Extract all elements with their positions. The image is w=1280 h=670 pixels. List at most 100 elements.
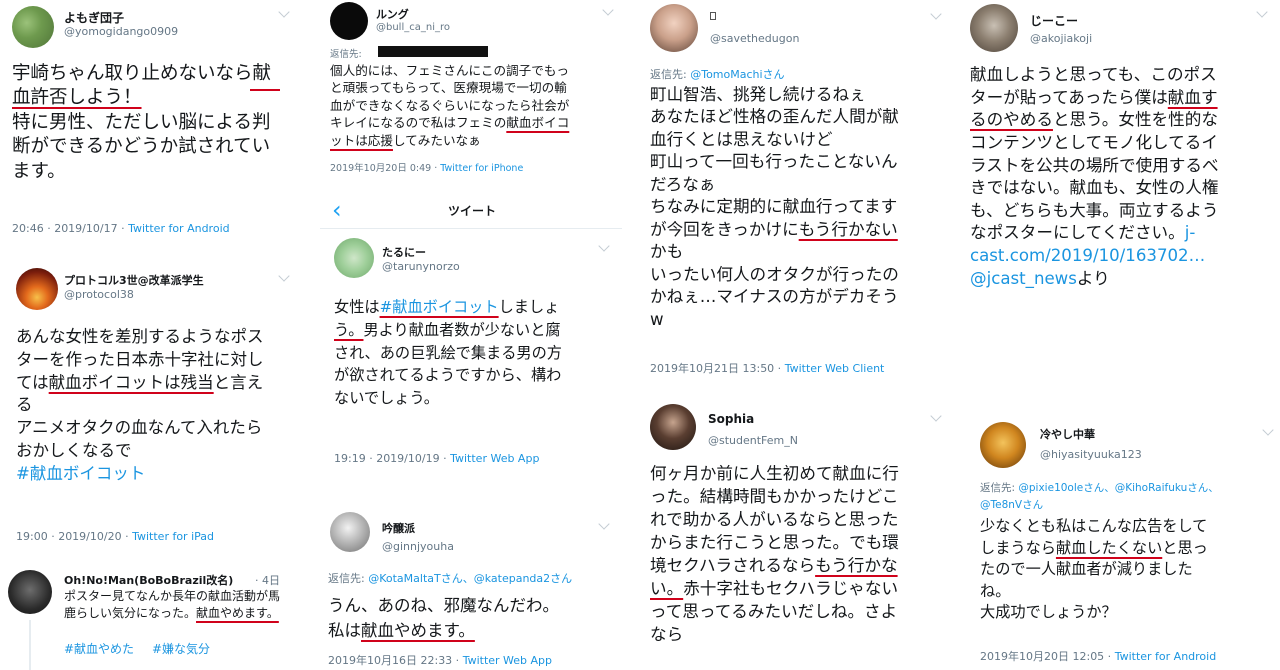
text-line: なら (650, 625, 684, 645)
url-link[interactable]: j- (1185, 223, 1196, 242)
display-name[interactable]: よもぎ団子 (64, 9, 124, 26)
chevron-down-icon[interactable] (278, 270, 290, 282)
tweet-yomogidango[interactable]: よもぎ団子 @yomogidango0909 宇崎ちゃん取り止めないなら献 血許… (0, 0, 300, 250)
hashtag-link[interactable]: #献血ボイコット (380, 298, 499, 316)
text-segment: と思っ (1162, 538, 1208, 557)
user-handle[interactable]: @tarunynorzo (382, 260, 460, 273)
user-handle[interactable]: @bull_ca_ni_ro (376, 22, 450, 33)
chevron-down-icon[interactable] (598, 240, 610, 252)
text-line: 血ができなくなるぐらいになったら社会が (330, 97, 570, 113)
text-segment: キレイになるので私はフェミの (330, 115, 507, 131)
chevron-down-icon[interactable] (278, 6, 290, 18)
text-line: あなたほど性格の歪んだ人間が献 (650, 107, 899, 127)
reply-label: 返信先: (328, 572, 365, 585)
user-handle[interactable]: @akojiakoji (1030, 32, 1092, 45)
reply-label: 返信先: (650, 68, 687, 81)
text-line: コンテンツとしてモノ化してるイ (970, 132, 1218, 152)
display-name[interactable]: 吟醸派 (382, 520, 415, 536)
user-handle[interactable]: @protocol38 (64, 288, 134, 301)
text-line: あんな女性を差別するようなポス (16, 327, 264, 346)
display-name[interactable]: たるにー (382, 244, 426, 260)
text-line: 少なくとも私はこんな広告をして (980, 517, 1208, 535)
tweet-studentfem[interactable]: Sophia @studentFem_N 何ヶ月か前に人生初めて献血に行 った。… (640, 396, 952, 670)
tweet-hiyasityuuka[interactable]: 冷やし中華 @hiyasityuuka123 返信先: @pixie10oleさ… (960, 412, 1280, 670)
tweet-meta: 2019年10月20日 0:49 · Twitter for iPhone (330, 160, 523, 174)
text-line: 血行くとは思えないけど (650, 129, 833, 149)
display-name[interactable]: 冷やし中華 (1040, 426, 1095, 442)
display-name[interactable]: プロトコル3世@改革派学生 (64, 272, 204, 288)
avatar[interactable] (334, 238, 374, 278)
text-line: 特に男性、ただしい脳による判 (12, 111, 271, 133)
text-line: と頑張ってもらって、医療現場で一切の輸 (330, 80, 567, 96)
tweet-meta: 20:46 · 2019/10/17 · Twitter for Android (12, 222, 230, 235)
source-link[interactable]: Twitter for Android (1115, 650, 1217, 663)
chevron-down-icon[interactable] (602, 4, 614, 16)
user-handle[interactable]: @savethedugon (710, 32, 799, 45)
text-line: うん、あのね、邪魔なんだわ。 (328, 596, 559, 615)
text-line: る (16, 395, 33, 415)
underlined-phrase: ットは応援 (330, 132, 393, 148)
chevron-down-icon[interactable] (598, 518, 610, 530)
avatar[interactable] (12, 6, 54, 48)
avatar[interactable] (8, 570, 52, 614)
text-line: が欲されてるようですから、構わ (334, 366, 562, 385)
tweet-protocol38[interactable]: プロトコル3世@改革派学生 @protocol38 あんな女性を差別するようなポ… (0, 258, 300, 548)
user-handle[interactable]: @yomogidango0909 (64, 25, 178, 38)
text-line: ターを作った日本赤十字社に対し (16, 349, 264, 369)
tweet-tarunynorzo[interactable]: たるにー @tarunynorzo 女性は#献血ボイコットしましょ う。男より献… (320, 232, 622, 472)
avatar[interactable] (650, 404, 696, 450)
url-link[interactable]: cast.com/2019/10/163702… (970, 245, 1219, 268)
user-handle[interactable]: @ginnjyouha (382, 540, 454, 553)
chevron-down-icon[interactable] (1262, 424, 1274, 436)
chevron-down-icon[interactable] (1256, 6, 1268, 18)
text-line: たので一人献血者が減りました (980, 560, 1193, 579)
hashtag-link[interactable]: #献血やめた (64, 640, 134, 657)
hashtag-link[interactable]: #献血ボイコット (16, 463, 264, 486)
source-link[interactable]: Twitter Web App (463, 654, 552, 667)
back-icon[interactable]: ‹ (332, 196, 342, 224)
avatar[interactable] (650, 4, 698, 52)
tweet-text: うん、あのね、邪魔なんだわ。 私は献血やめます。 (328, 594, 559, 644)
display-name[interactable]: Sophia (708, 412, 754, 426)
source-link[interactable]: Twitter Web Client (785, 362, 885, 375)
display-name[interactable]: Oh!No!Man(BoBoBrazil改名) (64, 572, 233, 588)
avatar[interactable] (330, 2, 368, 40)
text-segment: 男より献血者数が少ないと腐 (363, 320, 561, 339)
timestamp: 2019年10月21日 13:50 · (650, 362, 785, 375)
nav-title: ツイート (448, 204, 497, 218)
avatar[interactable] (330, 512, 370, 552)
source-link[interactable]: Twitter for iPhone (440, 163, 523, 174)
source-link[interactable]: Twitter Web App (450, 452, 539, 465)
underlined-phrase: るのやめる (970, 110, 1053, 130)
mention-link[interactable]: @TomoMachiさん (690, 68, 784, 81)
underlined-phrase: 血許否しよう！ (12, 87, 142, 109)
text-line: おかしくなるで (16, 440, 132, 460)
chevron-down-icon[interactable] (930, 8, 942, 20)
display-name[interactable]: じーこー (1030, 12, 1078, 29)
mention-link[interactable]: @jcast_news (970, 269, 1077, 288)
source-link[interactable]: Twitter for iPad (132, 530, 214, 543)
mention-link[interactable]: @Te8nVさん (980, 499, 1043, 511)
display-name[interactable]: ルング (376, 6, 409, 22)
text-line: ちなみに定期的に献血行ってます (650, 197, 898, 217)
text-line: きではない。献血も、女性の人権 (970, 178, 1219, 198)
text-line: だろなぁ (650, 174, 716, 194)
tweet-lung[interactable]: ルング @bull_ca_ni_ro 返信先: 個人的には、フェミさんにこの調子… (320, 0, 622, 180)
hashtag-link[interactable]: #嫌な気分 (152, 640, 210, 657)
avatar[interactable] (980, 422, 1026, 468)
tweet-ginnjyouha[interactable]: 吟醸派 @ginnjyouha 返信先: @KotaMaltaTさん、@kate… (320, 508, 622, 670)
source-link[interactable]: Twitter for Android (128, 222, 230, 235)
mention-link[interactable]: @KotaMaltaTさん、@katepanda2さん (368, 572, 572, 585)
tweet-ohnoman[interactable]: Oh!No!Man(BoBoBrazil改名) · 4日 ポスター見てなんか長年… (0, 560, 300, 670)
underlined-phrase: 献血す (1167, 87, 1218, 107)
chevron-down-icon[interactable] (930, 410, 942, 422)
tweet-savethedugon[interactable]: @savethedugon 返信先: @TomoMachiさん 町山智浩、挑発し… (640, 0, 952, 382)
mention-link[interactable]: @pixie10oleさん、@KihoRaifukuさん、 (1018, 482, 1218, 494)
avatar[interactable] (16, 268, 58, 310)
user-handle[interactable]: @hiyasityuuka123 (1040, 448, 1142, 461)
post-date: · 4日 (255, 574, 280, 587)
tweet-akojiakoji[interactable]: じーこー @akojiakoji 献血しようと思っても、このポス ターが貼ってあ… (960, 0, 1280, 320)
user-handle[interactable]: @studentFem_N (708, 434, 798, 447)
avatar[interactable] (970, 4, 1018, 52)
tweet-text: 女性は#献血ボイコットしましょ う。男より献血者数が少ないと腐 され、あの巨乳絵… (334, 296, 562, 410)
